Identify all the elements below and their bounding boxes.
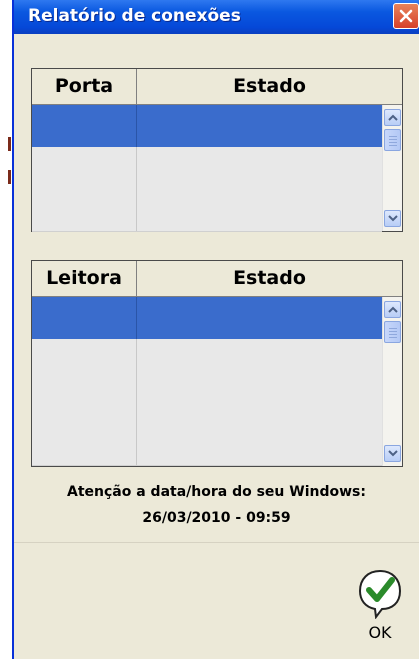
window-title: Relatório de conexões — [28, 6, 241, 26]
ok-button[interactable]: OK — [350, 567, 410, 645]
arrow-up-icon — [388, 306, 398, 313]
leitora-cell — [32, 297, 137, 339]
ok-label: OK — [368, 623, 392, 642]
ports-scrollbar[interactable] — [382, 105, 402, 231]
background-window-edge — [0, 0, 12, 659]
background-mark — [8, 137, 11, 151]
windows-datetime-value: 26/03/2010 - 09:59 — [142, 510, 291, 526]
leitora-cell — [32, 339, 137, 381]
background-mark — [8, 170, 11, 184]
ports-grid-header: Porta Estado — [32, 69, 402, 105]
title-bar[interactable]: Relatório de conexões — [14, 0, 419, 34]
windows-datetime-warning: Atenção a data/hora do seu Windows: — [67, 484, 366, 500]
scroll-thumb[interactable] — [384, 321, 401, 343]
column-header-estado[interactable]: Estado — [137, 261, 402, 296]
readers-scrollbar[interactable] — [382, 297, 402, 466]
arrow-down-icon — [388, 215, 398, 222]
leitora-cell — [32, 381, 137, 423]
readers-grid[interactable]: Leitora Estado — [31, 260, 403, 467]
close-icon — [399, 9, 413, 23]
readers-grid-header: Leitora Estado — [32, 261, 402, 297]
ports-grid[interactable]: Porta Estado — [31, 68, 403, 232]
table-row[interactable] — [32, 381, 382, 424]
ports-grid-rows — [32, 105, 382, 232]
scroll-thumb[interactable] — [384, 129, 401, 151]
scroll-up-button[interactable] — [384, 109, 401, 126]
table-row[interactable] — [32, 423, 382, 466]
table-row[interactable] — [32, 105, 382, 148]
table-row[interactable] — [32, 147, 382, 190]
table-row[interactable] — [32, 297, 382, 340]
column-header-leitora[interactable]: Leitora — [32, 261, 137, 296]
footer-divider — [14, 542, 419, 543]
checkmark-bubble-icon — [358, 569, 402, 619]
column-header-porta[interactable]: Porta — [32, 69, 137, 104]
close-button[interactable] — [393, 3, 419, 29]
table-row[interactable] — [32, 189, 382, 232]
readers-grid-rows — [32, 297, 382, 466]
porta-cell — [32, 147, 137, 189]
arrow-up-icon — [388, 114, 398, 121]
table-row[interactable] — [32, 339, 382, 382]
leitora-cell — [32, 423, 137, 465]
arrow-down-icon — [388, 450, 398, 457]
connection-report-dialog: Relatório de conexões Porta Estado Leito… — [12, 0, 419, 659]
scroll-up-button[interactable] — [384, 301, 401, 318]
scroll-down-button[interactable] — [384, 445, 401, 462]
porta-cell — [32, 105, 137, 147]
porta-cell — [32, 189, 137, 231]
column-header-estado[interactable]: Estado — [137, 69, 402, 104]
scroll-down-button[interactable] — [384, 210, 401, 227]
